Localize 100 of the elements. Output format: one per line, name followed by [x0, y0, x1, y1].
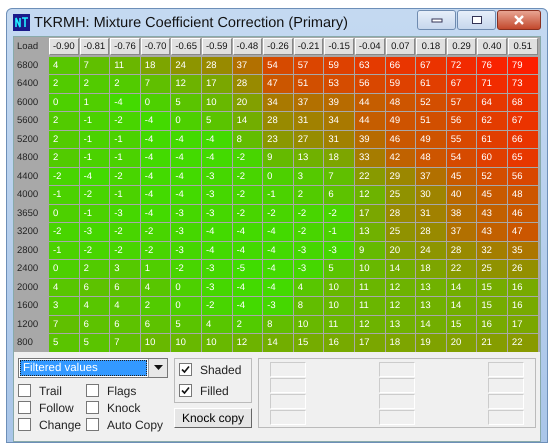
table-cell[interactable]: 18 — [324, 149, 354, 166]
table-cell[interactable]: -1 — [49, 186, 79, 204]
table-cell[interactable]: 56 — [354, 75, 385, 92]
table-cell[interactable]: 15 — [294, 334, 324, 352]
table-cell[interactable]: 66 — [386, 56, 416, 74]
table-cell[interactable]: 12 — [386, 297, 416, 314]
table-cell[interactable]: 37 — [232, 56, 262, 74]
column-header[interactable]: -0.21 — [294, 38, 324, 55]
table-cell[interactable]: 17 — [508, 316, 538, 333]
table-cell[interactable]: 10 — [324, 278, 354, 296]
table-cell[interactable]: 28 — [386, 204, 416, 222]
table-cell[interactable]: -2 — [294, 223, 324, 240]
table-cell[interactable]: -4 — [232, 278, 262, 296]
table-cell[interactable]: -4 — [140, 168, 170, 185]
column-header[interactable]: -0.76 — [110, 38, 140, 55]
table-cell[interactable]: 51 — [294, 75, 324, 92]
table-cell[interactable]: -4 — [171, 168, 201, 185]
table-cell[interactable]: -4 — [263, 278, 293, 296]
table-cell[interactable]: -2 — [49, 223, 79, 240]
table-cell[interactable]: -2 — [110, 223, 140, 240]
table-cell[interactable]: 16 — [324, 334, 354, 352]
table-cell[interactable]: 9 — [263, 149, 293, 166]
table-cell[interactable]: 39 — [324, 94, 354, 111]
table-cell[interactable]: 32 — [477, 242, 507, 259]
table-cell[interactable]: 4 — [49, 278, 79, 296]
table-cell[interactable]: 17 — [354, 334, 385, 352]
table-cell[interactable]: 4 — [294, 278, 324, 296]
table-cell[interactable]: 25 — [477, 260, 507, 278]
table-cell[interactable]: 54 — [446, 149, 476, 166]
table-cell[interactable]: 71 — [477, 75, 507, 92]
table-cell[interactable]: -1 — [110, 149, 140, 166]
table-cell[interactable]: 53 — [324, 75, 354, 92]
table-cell[interactable]: 61 — [416, 75, 446, 92]
table-cell[interactable]: 11 — [110, 56, 140, 74]
table-cell[interactable]: -4 — [232, 242, 262, 259]
table-cell[interactable]: -4 — [171, 130, 201, 148]
table-cell[interactable]: 28 — [416, 223, 446, 240]
table-cell[interactable]: 39 — [354, 130, 385, 148]
table-cell[interactable]: 61 — [477, 130, 507, 148]
table-cell[interactable]: 2 — [294, 186, 324, 204]
table-cell[interactable]: -4 — [140, 149, 170, 166]
table-cell[interactable]: 18 — [140, 56, 170, 74]
table-cell[interactable]: 14 — [263, 334, 293, 352]
table-cell[interactable]: -4 — [202, 149, 232, 166]
table-cell[interactable]: 28 — [263, 112, 293, 130]
table-cell[interactable]: 60 — [477, 149, 507, 166]
table-cell[interactable]: -2 — [324, 204, 354, 222]
table-cell[interactable]: -2 — [202, 297, 232, 314]
table-cell[interactable]: 10 — [202, 94, 232, 111]
table-cell[interactable]: -4 — [202, 223, 232, 240]
table-cell[interactable]: -3 — [294, 242, 324, 259]
column-header[interactable]: 0.51 — [508, 38, 538, 55]
column-header[interactable]: -0.65 — [171, 38, 201, 55]
table-cell[interactable]: 14 — [446, 297, 476, 314]
column-header[interactable]: 0.07 — [386, 38, 416, 55]
table-cell[interactable]: 5 — [80, 334, 110, 352]
table-cell[interactable]: 43 — [477, 223, 507, 240]
table-cell[interactable]: -2 — [232, 204, 262, 222]
table-cell[interactable]: 16 — [477, 316, 507, 333]
table-cell[interactable]: 0 — [263, 168, 293, 185]
table-cell[interactable]: 34 — [324, 112, 354, 130]
table-cell[interactable]: 72 — [446, 56, 476, 74]
table-cell[interactable]: 13 — [354, 223, 385, 240]
table-cell[interactable]: 14 — [386, 260, 416, 278]
table-cell[interactable]: 14 — [416, 316, 446, 333]
table-cell[interactable]: 10 — [324, 297, 354, 314]
table-cell[interactable]: 24 — [171, 56, 201, 74]
table-cell[interactable]: -2 — [110, 168, 140, 185]
table-cell[interactable]: 4 — [202, 316, 232, 333]
table-cell[interactable]: -3 — [202, 278, 232, 296]
table-cell[interactable]: 10 — [140, 334, 170, 352]
table-cell[interactable]: 48 — [386, 94, 416, 111]
checkbox[interactable] — [18, 418, 31, 431]
table-cell[interactable]: 12 — [386, 278, 416, 296]
table-cell[interactable]: 49 — [416, 130, 446, 148]
column-header[interactable]: -0.90 — [49, 38, 79, 55]
table-cell[interactable]: 7 — [110, 334, 140, 352]
table-cell[interactable]: 13 — [416, 278, 446, 296]
table-cell[interactable]: 73 — [508, 75, 538, 92]
table-cell[interactable]: 45 — [477, 186, 507, 204]
table-cell[interactable]: 28 — [202, 56, 232, 74]
table-cell[interactable]: -2 — [232, 168, 262, 185]
table-cell[interactable]: 0 — [49, 94, 79, 111]
table-cell[interactable]: 8 — [232, 130, 262, 148]
table-cell[interactable]: -4 — [140, 204, 170, 222]
table-cell[interactable]: -4 — [202, 130, 232, 148]
table-cell[interactable]: 34 — [263, 94, 293, 111]
table-cell[interactable]: 40 — [446, 186, 476, 204]
table-cell[interactable]: -2 — [232, 149, 262, 166]
table-cell[interactable]: -2 — [140, 242, 170, 259]
table-cell[interactable]: 62 — [477, 112, 507, 130]
table-cell[interactable]: 42 — [386, 149, 416, 166]
table-cell[interactable]: 10 — [202, 334, 232, 352]
table-cell[interactable]: 12 — [354, 186, 385, 204]
mode-dropdown[interactable]: Filtered values — [18, 358, 168, 378]
checkbox[interactable] — [18, 384, 31, 397]
table-cell[interactable]: -1 — [110, 186, 140, 204]
table-cell[interactable]: 0 — [49, 204, 79, 222]
table-cell[interactable]: 22 — [446, 260, 476, 278]
table-cell[interactable]: 10 — [294, 316, 324, 333]
